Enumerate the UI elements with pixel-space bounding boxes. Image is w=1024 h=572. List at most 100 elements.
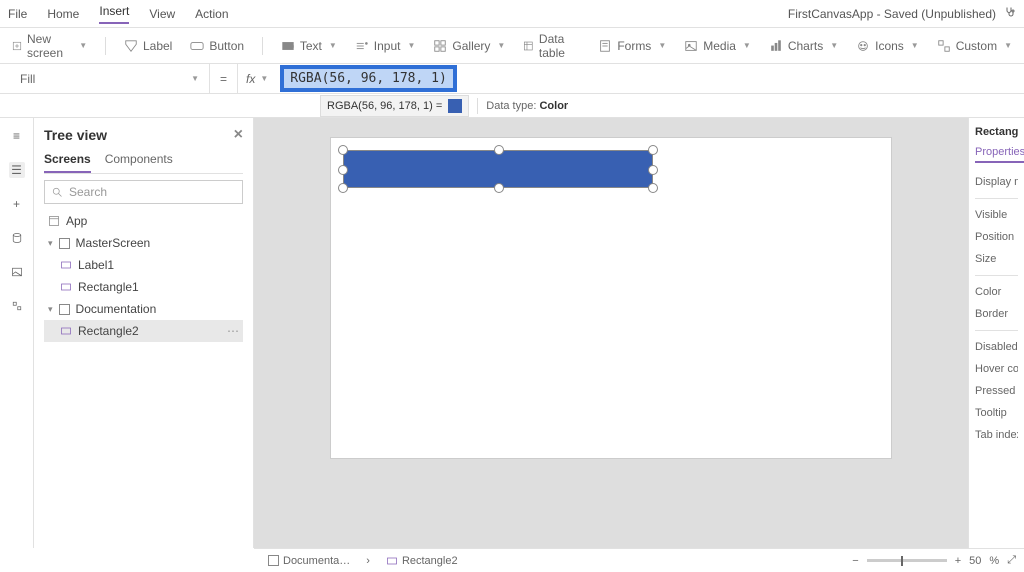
zoom-value: 50: [969, 555, 981, 567]
new-screen-button[interactable]: New screen▼: [12, 32, 87, 60]
prop-visible[interactable]: Visible: [975, 209, 1018, 221]
zoom-pct: %: [989, 555, 999, 567]
formula-input[interactable]: RGBA(56, 96, 178, 1): [276, 65, 1024, 92]
chevron-right-icon: ›: [366, 555, 370, 567]
new-screen-label: New screen: [27, 32, 72, 60]
button-label: Button: [209, 39, 244, 53]
canvas[interactable]: [331, 138, 891, 458]
resize-handle[interactable]: [338, 183, 348, 193]
node-rectangle1[interactable]: Rectangle1: [44, 276, 243, 298]
resize-handle[interactable]: [648, 165, 658, 175]
gallery-button[interactable]: Gallery▼: [433, 39, 505, 53]
formula-result-bar: RGBA(56, 96, 178, 1) = Data type: Color: [0, 94, 1024, 118]
color-swatch: [448, 99, 462, 113]
prop-tooltip[interactable]: Tooltip: [975, 407, 1018, 419]
add-icon[interactable]: +: [9, 196, 25, 212]
charts-button[interactable]: Charts▼: [769, 39, 838, 53]
prop-color[interactable]: Color: [975, 286, 1018, 298]
resize-handle[interactable]: [338, 145, 348, 155]
rectangle2-shape[interactable]: [343, 150, 653, 188]
prop-display-mode[interactable]: Display mo: [975, 176, 1018, 188]
resize-handle[interactable]: [494, 145, 504, 155]
breadcrumb-rectangle2[interactable]: Rectangle2: [380, 553, 464, 569]
left-rail: ≡ ☰ +: [0, 118, 34, 548]
menu-action[interactable]: Action: [195, 7, 228, 21]
hamburger-icon[interactable]: ≡: [9, 128, 25, 144]
properties-panel: Rectangle Properties Display mo Visible …: [968, 118, 1024, 548]
tree-view-icon[interactable]: ☰: [9, 162, 25, 178]
media-label: Media: [703, 39, 736, 53]
data-icon[interactable]: [9, 230, 25, 246]
node-app[interactable]: App: [44, 210, 243, 232]
zoom-in[interactable]: +: [955, 555, 961, 567]
tab-properties[interactable]: Properties: [975, 146, 1024, 163]
tools-icon[interactable]: [9, 298, 25, 314]
text-label: Text: [300, 39, 322, 53]
data-table-label: Data table: [539, 32, 580, 60]
insert-toolbar: New screen▼ Label Button Abc Text▼ Input…: [0, 28, 1024, 64]
property-label: Fill: [20, 72, 35, 86]
tab-screens[interactable]: Screens: [44, 152, 91, 173]
charts-label: Charts: [788, 39, 823, 53]
forms-label: Forms: [617, 39, 651, 53]
data-table-button[interactable]: Data table: [523, 32, 580, 60]
equals-sign: =: [210, 64, 238, 93]
node-rectangle2[interactable]: Rectangle2 ⋯: [44, 320, 243, 342]
prop-pressed[interactable]: Pressed col: [975, 385, 1018, 397]
resize-handle[interactable]: [648, 183, 658, 193]
label-button[interactable]: Label: [124, 39, 172, 53]
label-label: Label: [143, 39, 172, 53]
svg-text:Abc: Abc: [284, 43, 293, 49]
menu-insert[interactable]: Insert: [99, 4, 129, 24]
node-label1[interactable]: Label1: [44, 254, 243, 276]
icons-label: Icons: [875, 39, 904, 53]
prop-disabled[interactable]: Disabled co: [975, 341, 1018, 353]
input-label: Input: [374, 39, 401, 53]
menu-view[interactable]: View: [149, 7, 175, 21]
formula-bar: Fill ▼ = fx▼ RGBA(56, 96, 178, 1): [0, 64, 1024, 94]
text-button[interactable]: Abc Text▼: [281, 39, 337, 53]
custom-label: Custom: [956, 39, 997, 53]
forms-button[interactable]: Forms▼: [598, 39, 666, 53]
prop-size[interactable]: Size: [975, 253, 1018, 265]
search-input[interactable]: Search: [44, 180, 243, 204]
stethoscope-icon[interactable]: [1004, 6, 1016, 21]
more-icon[interactable]: ⋯: [227, 324, 239, 338]
media-icon[interactable]: [9, 264, 25, 280]
canvas-area: [254, 118, 968, 548]
button-button[interactable]: Button: [190, 39, 244, 53]
tree-title: Tree view: [44, 127, 107, 143]
prop-position[interactable]: Position: [975, 231, 1018, 243]
menu-file[interactable]: File: [8, 7, 27, 21]
formula-expression[interactable]: RGBA(56, 96, 178, 1): [280, 65, 457, 92]
app-title: FirstCanvasApp - Saved (Unpublished): [788, 7, 996, 21]
resize-handle[interactable]: [494, 183, 504, 193]
custom-button[interactable]: Custom▼: [937, 39, 1012, 53]
menu-home[interactable]: Home: [47, 7, 79, 21]
icons-button[interactable]: Icons▼: [856, 39, 919, 53]
prop-tab-index[interactable]: Tab index: [975, 429, 1018, 441]
search-placeholder: Search: [69, 185, 107, 199]
media-button[interactable]: Media▼: [684, 39, 751, 53]
tab-components[interactable]: Components: [105, 152, 173, 173]
zoom-out[interactable]: −: [852, 555, 858, 567]
status-bar: Documenta… › Rectangle2 − + 50 % ⤢: [254, 548, 1024, 572]
property-selector[interactable]: Fill ▼: [0, 64, 210, 93]
zoom-slider[interactable]: [867, 559, 947, 562]
node-documentation[interactable]: ▾ Documentation: [44, 298, 243, 320]
formula-result: RGBA(56, 96, 178, 1) =: [320, 95, 469, 117]
breadcrumb-documentation[interactable]: Documenta…: [262, 553, 356, 569]
data-type: Data type: Color: [486, 100, 568, 112]
result-text: RGBA(56, 96, 178, 1) =: [327, 100, 442, 112]
node-masterscreen[interactable]: ▾ MasterScreen: [44, 232, 243, 254]
prop-hover[interactable]: Hover color: [975, 363, 1018, 375]
resize-handle[interactable]: [648, 145, 658, 155]
resize-handle[interactable]: [338, 165, 348, 175]
gallery-label: Gallery: [452, 39, 490, 53]
input-button[interactable]: Input▼: [355, 39, 416, 53]
prop-border[interactable]: Border: [975, 308, 1018, 320]
fit-icon[interactable]: ⤢: [1007, 554, 1016, 567]
fx-label[interactable]: fx▼: [238, 72, 276, 86]
close-icon[interactable]: ×: [234, 126, 243, 144]
tree-view-panel: Tree view × Screens Components Search Ap…: [34, 118, 254, 548]
